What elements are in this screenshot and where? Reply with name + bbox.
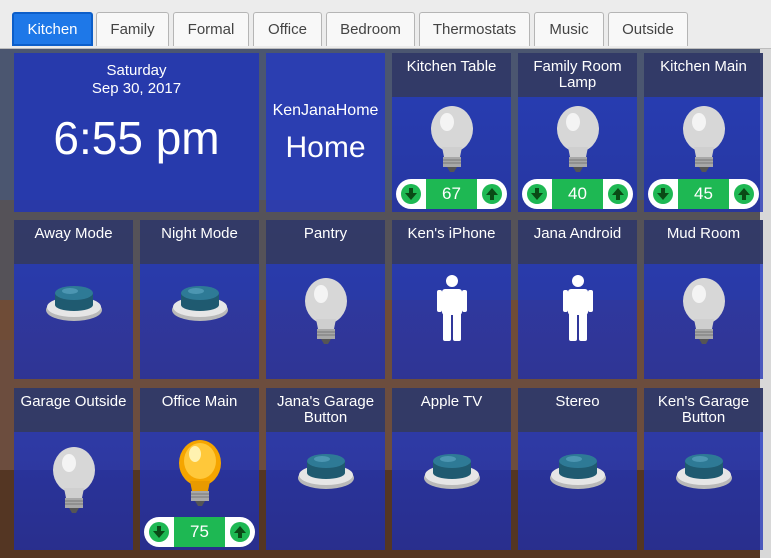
tab-outside[interactable]: Outside xyxy=(608,12,688,46)
clock-date: Sep 30, 2017 xyxy=(91,80,182,97)
tile-label: Apple TV xyxy=(392,388,511,432)
tile-label: Kitchen Main xyxy=(644,53,763,97)
tile-label: Jana's Garage Button xyxy=(266,388,385,432)
level-value: 40 xyxy=(552,179,603,209)
tab-office[interactable]: Office xyxy=(253,12,322,46)
bulb-off-icon[interactable] xyxy=(392,103,511,175)
bulb-off-icon[interactable] xyxy=(518,103,637,175)
tile-label: Stereo xyxy=(518,388,637,432)
push-button-icon[interactable] xyxy=(140,283,259,323)
level-value: 67 xyxy=(426,179,477,209)
bulb-off-icon[interactable] xyxy=(14,444,133,516)
tile-label: Jana Android xyxy=(518,220,637,264)
push-button-icon[interactable] xyxy=(644,451,763,491)
tile-label: Away Mode xyxy=(14,220,133,264)
tile-kens-iphone[interactable]: Ken's iPhone xyxy=(392,220,511,379)
person-present-icon xyxy=(518,275,637,341)
mode-value: Home xyxy=(285,131,366,164)
tile-pantry[interactable]: Pantry xyxy=(266,220,385,379)
clock-day: Saturday xyxy=(106,62,167,79)
level-value: 45 xyxy=(678,179,729,209)
level-down-icon[interactable] xyxy=(651,182,675,206)
tile-kitchen-table[interactable]: Kitchen Table 67 xyxy=(392,53,511,212)
tile-label: Ken's iPhone xyxy=(392,220,511,264)
tile-label: Mud Room xyxy=(644,220,763,264)
level-control: 75 xyxy=(144,517,255,547)
tile-garage-outside[interactable]: Garage Outside xyxy=(14,388,133,550)
location-name: KenJanaHome xyxy=(272,102,379,119)
tile-mud-room[interactable]: Mud Room xyxy=(644,220,763,379)
tile-label: Office Main xyxy=(140,388,259,432)
tile-label: Pantry xyxy=(266,220,385,264)
level-control: 40 xyxy=(522,179,633,209)
tile-janas-garage-button[interactable]: Jana's Garage Button xyxy=(266,388,385,550)
tile-label: Garage Outside xyxy=(14,388,133,432)
bulb-off-icon[interactable] xyxy=(644,275,763,347)
level-up-icon[interactable] xyxy=(732,182,756,206)
push-button-icon[interactable] xyxy=(266,451,385,491)
tab-kitchen[interactable]: Kitchen xyxy=(12,12,93,46)
level-up-icon[interactable] xyxy=(606,182,630,206)
bulb-off-icon[interactable] xyxy=(644,103,763,175)
level-up-icon[interactable] xyxy=(480,182,504,206)
tile-label: Kitchen Table xyxy=(392,53,511,97)
level-value: 75 xyxy=(174,517,225,547)
tab-thermostats[interactable]: Thermostats xyxy=(419,12,530,46)
mode-tile[interactable]: KenJanaHome Home xyxy=(266,53,385,212)
tab-family[interactable]: Family xyxy=(96,12,169,46)
clock-tile: Saturday Sep 30, 2017 6:55 pm xyxy=(14,53,259,212)
bulb-off-icon[interactable] xyxy=(266,275,385,347)
tile-label: Night Mode xyxy=(140,220,259,264)
level-control: 67 xyxy=(396,179,507,209)
level-control: 45 xyxy=(648,179,759,209)
level-up-icon[interactable] xyxy=(228,520,252,544)
tab-bar: Kitchen Family Formal Office Bedroom The… xyxy=(0,0,771,49)
clock-time: 6:55 pm xyxy=(53,112,220,164)
tile-kitchen-main[interactable]: Kitchen Main 45 xyxy=(644,53,763,212)
tile-kens-garage-button[interactable]: Ken's Garage Button xyxy=(644,388,763,550)
tile-label: Family Room Lamp xyxy=(518,53,637,97)
tile-away-mode[interactable]: Away Mode xyxy=(14,220,133,379)
level-down-icon[interactable] xyxy=(399,182,423,206)
tab-bedroom[interactable]: Bedroom xyxy=(326,12,415,46)
tile-apple-tv[interactable]: Apple TV xyxy=(392,388,511,550)
level-down-icon[interactable] xyxy=(525,182,549,206)
person-present-icon xyxy=(392,275,511,341)
level-down-icon[interactable] xyxy=(147,520,171,544)
tile-stereo[interactable]: Stereo xyxy=(518,388,637,550)
tile-office-main[interactable]: Office Main 75 xyxy=(140,388,259,550)
push-button-icon[interactable] xyxy=(518,451,637,491)
bulb-on-icon[interactable] xyxy=(140,437,259,509)
push-button-icon[interactable] xyxy=(14,283,133,323)
tab-formal[interactable]: Formal xyxy=(173,12,249,46)
tab-music[interactable]: Music xyxy=(534,12,604,46)
tile-night-mode[interactable]: Night Mode xyxy=(140,220,259,379)
tile-label: Ken's Garage Button xyxy=(644,388,763,432)
push-button-icon[interactable] xyxy=(392,451,511,491)
tile-jana-android[interactable]: Jana Android xyxy=(518,220,637,379)
tile-family-room-lamp[interactable]: Family Room Lamp 40 xyxy=(518,53,637,212)
